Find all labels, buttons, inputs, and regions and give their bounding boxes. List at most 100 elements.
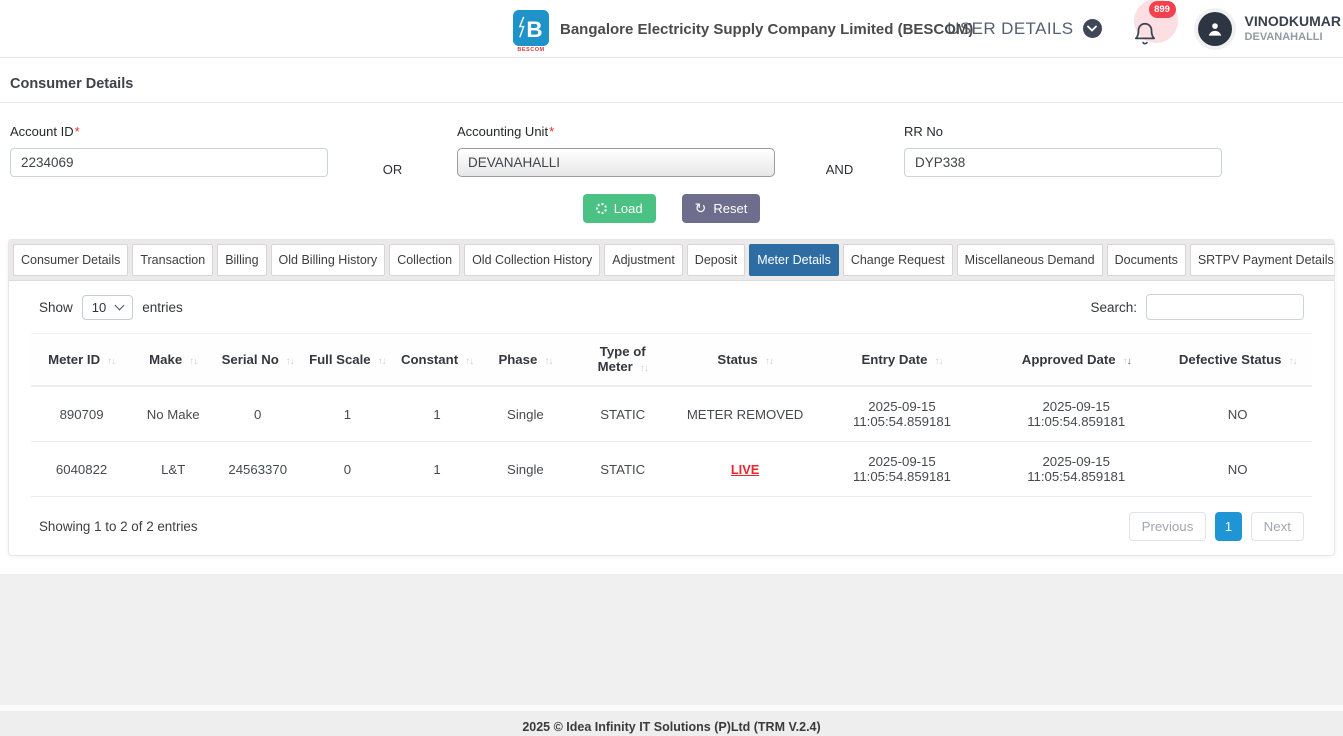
reset-button[interactable]: ↻ Reset	[682, 194, 761, 223]
table-cell: 2025-09-15 11:05:54.859181	[989, 442, 1163, 497]
details-card: Consumer DetailsTransactionBillingOld Bi…	[8, 239, 1335, 556]
app-header: B BESCOM Bangalore Electricity Supply Co…	[0, 0, 1343, 58]
accounting-unit-input[interactable]	[457, 148, 775, 177]
svg-text:B: B	[526, 17, 542, 42]
table-cell: L&T	[132, 442, 214, 497]
chevron-down-icon	[1083, 19, 1102, 38]
column-header-approved-date[interactable]: Approved Date↑↓	[989, 334, 1163, 387]
bescom-logo-icon: B	[513, 10, 549, 46]
sort-icon: ↑↓	[765, 356, 773, 367]
main-content: Consumer Details Account ID* OR Accounti…	[0, 58, 1343, 574]
page-title: Consumer Details	[0, 58, 1343, 102]
table-cell: NO	[1163, 442, 1312, 497]
table-cell: NO	[1163, 386, 1312, 442]
previous-page-button[interactable]: Previous	[1129, 512, 1207, 541]
search-label: Search:	[1090, 300, 1137, 315]
tab-miscellaneous-demand[interactable]: Miscellaneous Demand	[957, 244, 1103, 276]
notifications-button[interactable]: 899	[1130, 8, 1166, 50]
avatar	[1194, 8, 1236, 50]
sort-icon: ↑↓	[465, 356, 473, 367]
column-header-constant[interactable]: Constant↑↓	[393, 334, 480, 387]
table-cell: No Make	[132, 386, 214, 442]
entries-label: entries	[142, 300, 183, 315]
sort-icon: ↑↓	[640, 363, 648, 374]
tab-change-request[interactable]: Change Request	[843, 244, 953, 276]
table-cell: 0	[301, 442, 393, 497]
company-title: Bangalore Electricity Supply Company Lim…	[560, 21, 973, 38]
refresh-icon: ↻	[695, 202, 707, 216]
account-id-input[interactable]	[10, 148, 328, 177]
rr-no-input[interactable]	[904, 148, 1222, 177]
bell-icon	[1132, 20, 1158, 48]
table-controls: Show 10 entries Search:	[39, 294, 1304, 320]
table-cell: 2025-09-15 11:05:54.859181	[815, 386, 989, 442]
load-button[interactable]: Load	[583, 194, 656, 223]
column-header-meter-id[interactable]: Meter ID↑↓	[31, 334, 132, 387]
account-id-label: Account ID*	[10, 124, 328, 139]
sort-icon: ↑↓	[1288, 356, 1296, 367]
bescom-logo: B BESCOM	[513, 10, 549, 53]
status-live-link[interactable]: LIVE	[731, 462, 759, 477]
page-1-button[interactable]: 1	[1215, 512, 1242, 541]
column-header-entry-date[interactable]: Entry Date↑↓	[815, 334, 989, 387]
sort-icon: ↑↓	[544, 356, 552, 367]
tab-billing[interactable]: Billing	[217, 244, 266, 276]
column-header-serial-no[interactable]: Serial No↑↓	[214, 334, 301, 387]
tab-old-collection-history[interactable]: Old Collection History	[464, 244, 600, 276]
sort-icon: ↑↓	[1123, 356, 1131, 367]
page-size-group: Show 10 entries	[39, 295, 183, 320]
user-location: DEVANAHALLI	[1245, 30, 1341, 44]
tab-documents[interactable]: Documents	[1107, 244, 1186, 276]
footer: 2025 © Idea Infinity IT Solutions (P)Ltd…	[0, 711, 1343, 736]
column-header-phase[interactable]: Phase↑↓	[481, 334, 571, 387]
spinner-icon	[596, 203, 607, 214]
table-cell: 1	[301, 386, 393, 442]
column-header-defective-status[interactable]: Defective Status↑↓	[1163, 334, 1312, 387]
bescom-logo-caption: BESCOM	[517, 47, 544, 53]
tab-collection[interactable]: Collection	[389, 244, 460, 276]
sort-icon: ↑↓	[378, 356, 386, 367]
pagination: Previous 1 Next	[1125, 512, 1304, 541]
table-cell: 0	[214, 386, 301, 442]
header-right: USER DETAILS 899	[947, 8, 1343, 50]
form-actions: Load ↻ Reset	[0, 194, 1343, 223]
tab-transaction[interactable]: Transaction	[132, 244, 213, 276]
column-header-make[interactable]: Make↑↓	[132, 334, 214, 387]
table-cell: 2025-09-15 11:05:54.859181	[815, 442, 989, 497]
page-size-select[interactable]: 10	[82, 295, 133, 320]
consumer-search-form: Account ID* OR Accounting Unit* AND RR N…	[0, 103, 1343, 177]
sort-icon: ↑↓	[286, 356, 294, 367]
user-menu[interactable]: VINODKUMAR DEVANAHALLI	[1194, 8, 1341, 50]
next-page-button[interactable]: Next	[1251, 512, 1304, 541]
column-header-type-of-meter[interactable]: Type of Meter↑↓	[570, 334, 675, 387]
accounting-unit-field: Accounting Unit*	[457, 124, 775, 177]
rr-no-label: RR No	[904, 124, 1222, 139]
show-label: Show	[39, 300, 73, 315]
page: B BESCOM Bangalore Electricity Supply Co…	[0, 0, 1343, 736]
or-label: OR	[328, 124, 457, 177]
user-name: VINODKUMAR	[1245, 12, 1341, 30]
tab-meter-details[interactable]: Meter Details	[749, 244, 839, 276]
table-header-row: Meter ID↑↓Make↑↓Serial No↑↓Full Scale↑↓C…	[31, 334, 1312, 387]
notification-badge: 899	[1149, 1, 1176, 18]
sort-icon: ↑↓	[189, 356, 197, 367]
required-marker: *	[549, 124, 554, 139]
table-cell: Single	[481, 386, 571, 442]
tab-srtpv-payment-details[interactable]: SRTPV Payment Details	[1190, 244, 1334, 276]
chevron-down-icon	[115, 301, 125, 311]
column-header-status[interactable]: Status↑↓	[675, 334, 815, 387]
table-body: 890709No Make011SingleSTATICMETER REMOVE…	[31, 386, 1312, 497]
tab-consumer-details[interactable]: Consumer Details	[13, 244, 128, 276]
table-cell: LIVE	[675, 442, 815, 497]
account-id-field: Account ID*	[10, 124, 328, 177]
search-input[interactable]	[1146, 294, 1304, 320]
table-cell: 6040822	[31, 442, 132, 497]
tab-old-billing-history[interactable]: Old Billing History	[271, 244, 386, 276]
sort-icon: ↑↓	[107, 356, 115, 367]
tab-deposit[interactable]: Deposit	[687, 244, 745, 276]
accounting-unit-label: Accounting Unit*	[457, 124, 775, 139]
tab-adjustment[interactable]: Adjustment	[604, 244, 683, 276]
content-spacer	[0, 574, 1343, 705]
column-header-full-scale[interactable]: Full Scale↑↓	[301, 334, 393, 387]
table-cell: 24563370	[214, 442, 301, 497]
